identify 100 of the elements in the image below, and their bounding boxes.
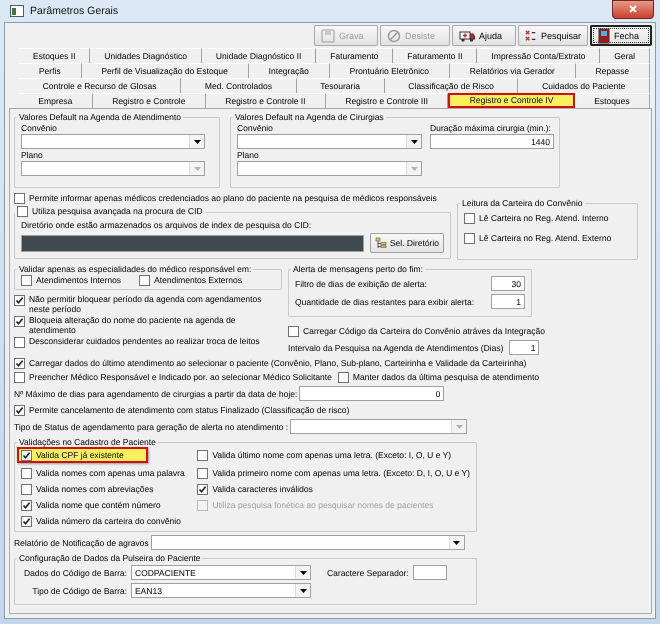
checkbox-label[interactable]: Valida caracteres inválidos bbox=[212, 482, 313, 494]
checkbox[interactable] bbox=[464, 213, 475, 224]
checkbox-label[interactable]: Valida número da carteira do convênio bbox=[36, 514, 181, 526]
checkbox[interactable] bbox=[21, 450, 32, 460]
tab[interactable]: Registro e Controle bbox=[92, 93, 206, 108]
checkbox-label[interactable]: Utiliza pesquisa avançada na procura de CID bbox=[32, 205, 203, 217]
app-icon bbox=[10, 5, 24, 17]
input-field[interactable]: 30 bbox=[491, 276, 525, 291]
input-field[interactable]: 1 bbox=[491, 294, 525, 309]
tab[interactable]: Med. Controlados bbox=[181, 78, 297, 93]
checkbox[interactable] bbox=[21, 275, 32, 286]
field-label: Relatório de Notificação de agravos bbox=[14, 536, 149, 548]
checkbox-label[interactable]: Valida nomes com apenas uma palavra bbox=[36, 466, 185, 478]
input-field[interactable] bbox=[21, 234, 364, 252]
field-label: Filtro de dias de exibição de alerta: bbox=[295, 278, 427, 290]
tab[interactable]: Perfil de Visualização do Estoque bbox=[82, 63, 249, 78]
field-label: Plano bbox=[21, 149, 44, 161]
checkbox[interactable] bbox=[21, 516, 32, 526]
tab[interactable]: Geral bbox=[600, 48, 650, 63]
checkbox[interactable] bbox=[197, 450, 208, 460]
tab[interactable]: Prontuário Eletrônico bbox=[330, 63, 450, 78]
field-label: Intervalo da Pesquisa na Agenda de Atendimentos (Dias) bbox=[288, 342, 504, 354]
checkbox-label[interactable]: Não permitir bloquear período da agenda com agendamentos neste período bbox=[29, 294, 269, 314]
input-field[interactable] bbox=[412, 565, 447, 580]
field-label: Duração máxima cirurgia (min.): bbox=[430, 122, 552, 134]
tab[interactable]: Tesouraria bbox=[296, 78, 385, 93]
checkbox-label[interactable]: Valida primeiro nome com apenas uma letra. (Exceto: D, I, O, U e Y) bbox=[212, 466, 470, 478]
tab[interactable]: Registro e Controle IV bbox=[448, 93, 575, 108]
tab[interactable]: Unidade Diagnóstico II bbox=[202, 48, 316, 63]
group-title: Validar apenas as especialidades do médico responsável em: bbox=[18, 264, 252, 274]
tab[interactable]: Empresa bbox=[19, 93, 93, 108]
tab[interactable]: Estoques bbox=[574, 93, 650, 108]
checkbox[interactable] bbox=[197, 484, 208, 494]
close-button[interactable] bbox=[612, 0, 654, 18]
checkbox[interactable] bbox=[14, 193, 25, 204]
checkbox[interactable] bbox=[14, 337, 25, 348]
dropdown[interactable]: EAN13 bbox=[131, 583, 311, 598]
tab[interactable]: Cuidados do Paciente bbox=[518, 78, 650, 93]
tab[interactable]: Faturamento II bbox=[393, 48, 478, 63]
select-directory-button[interactable]: Sel. Diretório bbox=[370, 233, 444, 253]
field-label: Tipo de Código de Barra: bbox=[31, 584, 127, 596]
checkbox[interactable] bbox=[14, 405, 25, 416]
tab[interactable]: Classificação de Risco bbox=[384, 78, 518, 93]
checkbox-label[interactable]: Permite cancelamento de atendimento com status Finalizado (Classificação de risco) bbox=[29, 404, 350, 416]
checkbox[interactable] bbox=[21, 484, 32, 494]
checkbox[interactable] bbox=[14, 316, 25, 327]
dropdown[interactable]: CODPACIENTE bbox=[131, 565, 311, 580]
group-title: Validações no Cadastro de Paciente bbox=[18, 437, 157, 447]
field-label: Nº Máximo de dias para agendamento de cirurgias a partir da data de hoje: bbox=[14, 388, 298, 400]
checkbox-label[interactable]: Valida nome que contém número bbox=[36, 498, 161, 510]
ambulance-icon bbox=[459, 30, 475, 42]
checkbox[interactable] bbox=[14, 372, 25, 383]
tab[interactable]: Repasse bbox=[576, 63, 650, 78]
tab[interactable]: Impressão Conta/Extrato bbox=[477, 48, 600, 63]
checkbox-label[interactable]: Preencher Médico Responsável e Indicado por. ao selecionar Médico Solicitante bbox=[29, 371, 332, 383]
checkbox-label[interactable]: Manter dados da última pesquisa de atendimento bbox=[352, 371, 540, 383]
checkbox[interactable] bbox=[464, 233, 475, 244]
tab[interactable]: Unidades Diagnóstico bbox=[90, 48, 202, 63]
checkbox-label[interactable]: Carregar Código da Carteira do Convênio atráves da Integração bbox=[303, 325, 545, 337]
tab[interactable]: Controle e Recurso de Glosas bbox=[19, 78, 182, 93]
checkbox-label[interactable]: Bloqueia alteração do nome do paciente na agenda de atendimento bbox=[29, 315, 269, 335]
checkbox-label[interactable]: Valida nomes com abreviações bbox=[36, 482, 154, 494]
tab[interactable]: Relatórios via Gerador bbox=[450, 63, 576, 78]
checkbox-label[interactable]: Lê Carteira no Reg. Atend. Externo bbox=[479, 232, 612, 244]
checkbox-label[interactable]: Valida CPF já existente bbox=[36, 448, 124, 460]
field-label: Quantidade de dias restantes para exibir alerta: bbox=[295, 296, 474, 308]
input-field[interactable]: 0 bbox=[299, 386, 444, 401]
cancel-icon bbox=[387, 28, 401, 42]
tab[interactable]: Perfis bbox=[19, 63, 82, 78]
field-label: Convênio bbox=[21, 122, 58, 134]
field-label: Tipo de Status de agendamento para geração de alerta no atendimento : bbox=[14, 420, 288, 432]
checkbox[interactable] bbox=[17, 206, 28, 217]
toolbar-button[interactable]: Pesquisar bbox=[518, 25, 588, 46]
checkbox-label[interactable]: Valida último nome com apenas uma letra. (Exceto: I, O, U e Y) bbox=[212, 448, 452, 460]
tab[interactable]: Faturamento bbox=[316, 48, 394, 63]
folder-tree-icon bbox=[374, 237, 387, 249]
checkbox[interactable] bbox=[21, 500, 32, 510]
checkbox-label[interactable]: Carregar dados do último atendimento ao selecionar o paciente (Convênio, Plano, Sub-plano, Carteirinha e Validade da Carteirinha) bbox=[29, 357, 526, 369]
checkbox-label[interactable]: Atendimentos Internos bbox=[36, 274, 122, 286]
toolbar-button[interactable]: Ajuda bbox=[452, 25, 516, 46]
search-icon bbox=[525, 28, 537, 42]
checkbox-label[interactable]: Lê Carteira no Reg. Atend. Interno bbox=[479, 212, 608, 224]
checkbox-label[interactable]: Desconsiderar cuidados pendentes ao realizar troca de leitos bbox=[29, 336, 269, 346]
checkbox[interactable] bbox=[14, 358, 25, 369]
input-field[interactable]: 1440 bbox=[430, 134, 554, 149]
checkbox[interactable] bbox=[338, 372, 349, 383]
close-icon bbox=[628, 4, 638, 14]
tab[interactable]: Registro e Controle II bbox=[206, 93, 326, 108]
tab[interactable]: Integração bbox=[248, 63, 330, 78]
checkbox[interactable] bbox=[139, 275, 150, 286]
toolbar-button[interactable]: Fecha bbox=[590, 25, 652, 46]
checkbox[interactable] bbox=[197, 468, 208, 478]
checkbox-label[interactable]: Permite informar apenas médicos credenciados ao plano do paciente na pesquisa de médicos responsáveis bbox=[29, 192, 437, 204]
checkbox-label[interactable]: Atendimentos Externos bbox=[154, 274, 242, 286]
tab[interactable]: Registro e Controle III bbox=[326, 93, 448, 108]
input-field[interactable]: 1 bbox=[509, 340, 540, 355]
checkbox[interactable] bbox=[14, 295, 25, 306]
tab[interactable]: Estoques II bbox=[19, 48, 90, 63]
checkbox[interactable] bbox=[288, 326, 299, 337]
checkbox[interactable] bbox=[21, 468, 32, 478]
